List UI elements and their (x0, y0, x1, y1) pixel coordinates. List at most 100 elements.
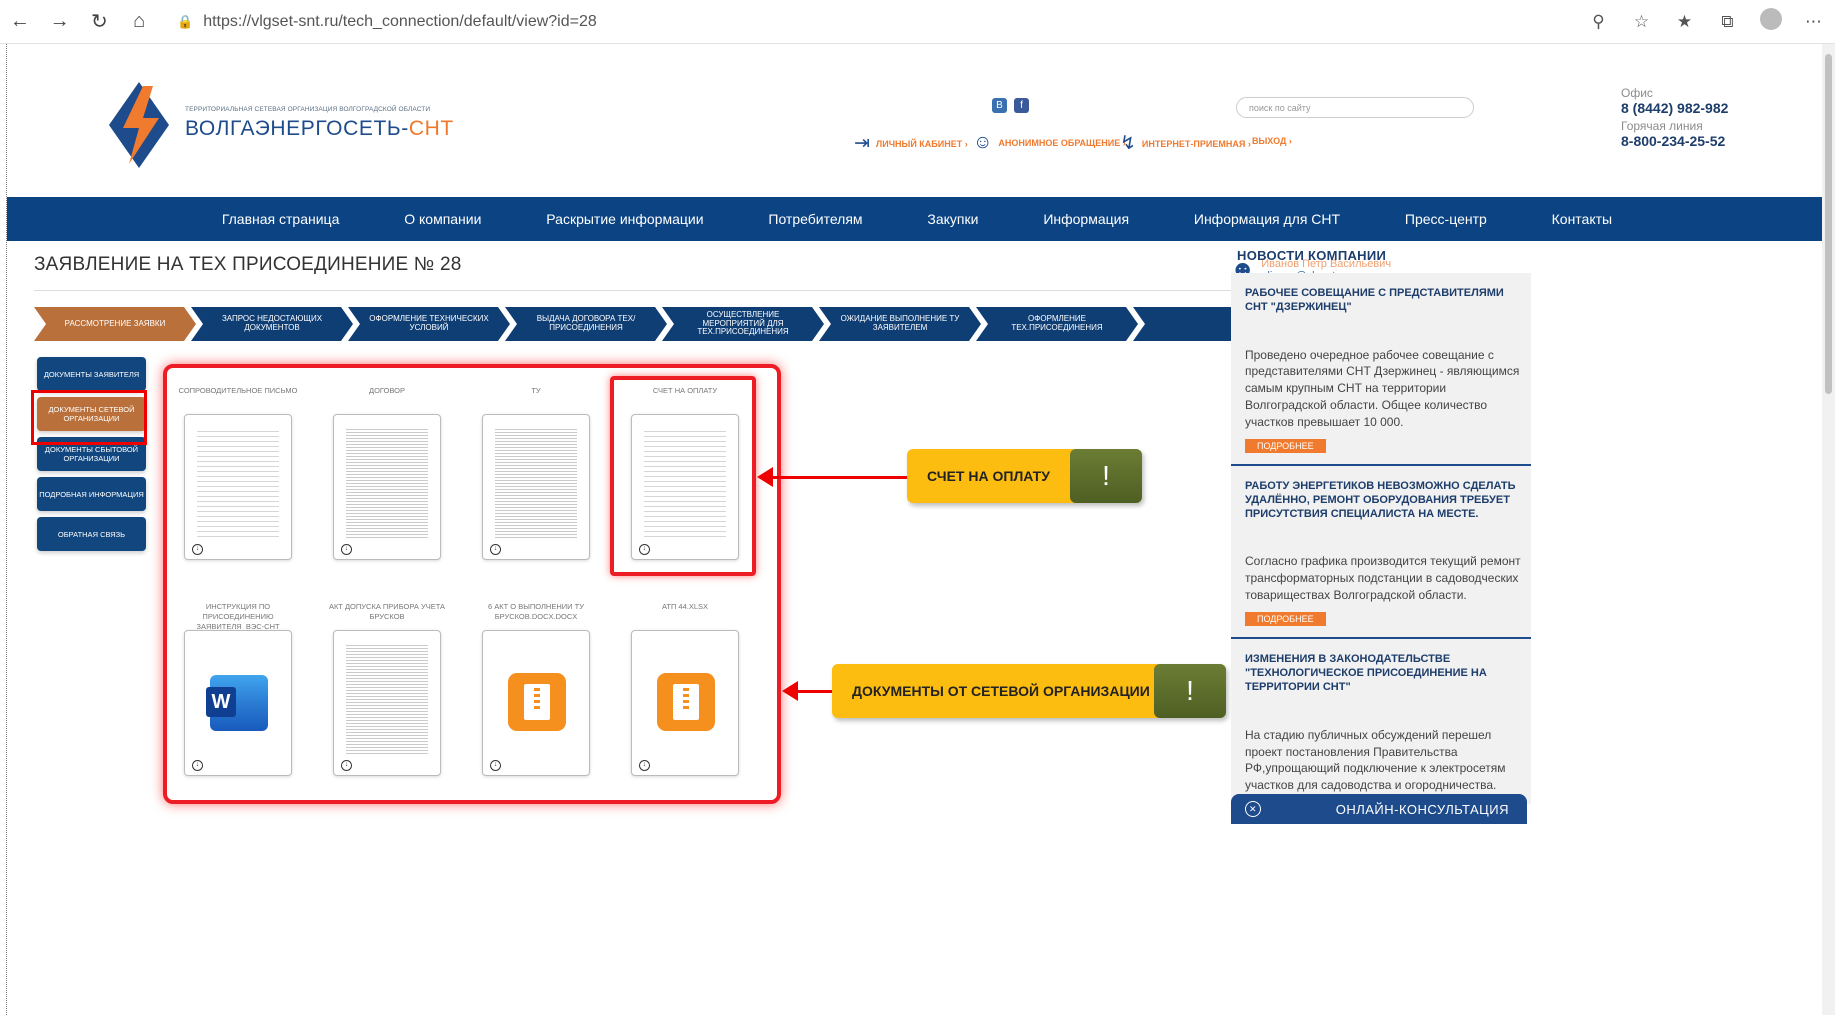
news-title[interactable]: Работу энергетиков невозможно сделать уд… (1245, 479, 1522, 522)
step-waiting[interactable]: ОЖИДАНИЕ ВЫПОЛНЕНИЕ ТУ ЗАЯВИТЕЛЕМ (819, 307, 981, 341)
menu-details[interactable]: ПОДРОБНАЯ ИНФОРМАЦИЯ (37, 477, 146, 511)
profile-avatar[interactable] (1749, 8, 1792, 35)
address-bar[interactable]: 🔒 https://vlgset-snt.ru/tech_connection/… (177, 8, 1577, 36)
user-icon: ☺ (973, 132, 993, 153)
main-nav: Главная страница О компании Раскрытие ин… (7, 197, 1827, 241)
step-review[interactable]: РАССМОТРЕНИЕ ЗАЯВКИ (34, 307, 196, 341)
progress-steps: РАССМОТРЕНИЕ ЗАЯВКИ ЗАПРОС НЕДОСТАЮЩИХ Д… (34, 307, 1414, 341)
news-item: Рабочее совещание с представителями СНТ … (1231, 273, 1531, 466)
facebook-icon[interactable]: f (1014, 98, 1029, 113)
forward-icon[interactable]: → (40, 0, 80, 44)
nav-item-info[interactable]: Информация (1043, 211, 1129, 227)
vk-icon[interactable]: В (992, 98, 1007, 113)
menu-applicant-docs[interactable]: ДОКУМЕНТЫ ЗАЯВИТЕЛЯ (37, 357, 146, 391)
contacts-block: Офис 8 (8442) 982-982 Горячая линия 8-80… (1621, 86, 1771, 152)
news-body: Проведено очередное рабочее совещание с … (1245, 347, 1520, 429)
more-icon[interactable]: ⋯ (1792, 12, 1835, 32)
nav-item-press[interactable]: Пресс-центр (1405, 211, 1487, 227)
news-title[interactable]: Рабочее совещание с представителями СНТ … (1245, 286, 1522, 315)
doc-thumbnail[interactable]: ↓ (184, 414, 292, 560)
hotline-phone[interactable]: 8-800-234-25-52 (1621, 133, 1771, 149)
doc-title: АТП 44.XLSX (661, 602, 709, 611)
callout-invoice: СЧЕТ НА ОПЛАТУ ! (907, 449, 1142, 503)
doc-title: ДОГОВОР (369, 386, 405, 395)
news-item: Работу энергетиков невозможно сделать уд… (1231, 465, 1531, 639)
logo-subtitle: ТЕРРИТОРИАЛЬНАЯ СЕТЕВАЯ ОРГАНИЗАЦИЯ ВОЛГ… (185, 106, 431, 113)
home-icon[interactable]: ⌂ (119, 0, 159, 44)
nav-item-home[interactable]: Главная страница (222, 211, 340, 227)
download-icon[interactable]: ↓ (192, 544, 203, 555)
star-icon[interactable]: ☆ (1620, 12, 1663, 32)
download-icon[interactable]: ↓ (192, 760, 203, 771)
step-tech-conditions[interactable]: ОФОРМЛЕНИЕ ТЕХНИЧЕСКИХ УСЛОВИЙ (348, 307, 510, 341)
zip-icon (657, 673, 715, 731)
news-heading: НОВОСТИ КОМПАНИИ (1237, 248, 1387, 263)
more-button[interactable]: ПОДРОБНЕЕ (1245, 438, 1326, 453)
more-button[interactable]: ПОДРОБНЕЕ (1245, 611, 1326, 626)
download-icon[interactable]: ↓ (341, 544, 352, 555)
news-item: Изменения в законодательстве "Технологич… (1231, 638, 1531, 804)
doc-thumbnail[interactable]: ↓ (333, 414, 441, 560)
search-input[interactable]: поиск по сайту (1236, 97, 1474, 118)
scrollbar[interactable] (1822, 44, 1835, 1015)
doc-title: АКТ ДОПУСКА ПРИБОРА УЧЕТА БРУСКОВ (328, 602, 446, 621)
browser-toolbar: ← → ↻ ⌂ 🔒 https://vlgset-snt.ru/tech_con… (0, 0, 1835, 44)
back-icon[interactable]: ← (0, 0, 40, 44)
online-consult-button[interactable]: ✕ ОНЛАЙН-КОНСУЛЬТАЦИЯ (1231, 794, 1527, 824)
cabinet-link[interactable]: ⇥ ЛИЧНЫЙ КАБИНЕТ › (854, 132, 968, 155)
doc-title: ТУ (531, 386, 541, 395)
office-phone[interactable]: 8 (8442) 982-982 (1621, 100, 1771, 116)
menu-highlight (31, 390, 147, 445)
news-body: На стадию публичных обсуждений перешел п… (1245, 727, 1506, 793)
arrow-line (770, 476, 910, 479)
nav-item-about[interactable]: О компании (404, 211, 481, 227)
nav-item-snt-info[interactable]: Информация для СНТ (1194, 211, 1340, 227)
download-icon[interactable]: ↓ (490, 544, 501, 555)
nav-item-contacts[interactable]: Контакты (1552, 211, 1612, 227)
nav-item-disclosure[interactable]: Раскрытие информации (546, 211, 703, 227)
download-icon[interactable]: ↓ (490, 760, 501, 771)
exclamation-icon: ! (1070, 449, 1142, 503)
doc-thumbnail[interactable]: ↓ (482, 630, 590, 776)
step-registration[interactable]: ОФОРМЛЕНИЕ ТЕХ.ПРИСОЕДИНЕНИЯ (976, 307, 1138, 341)
reception-icon: ↯ (1120, 133, 1136, 154)
news-sidebar: НОВОСТИ КОМПАНИИ Рабочее совещание с пре… (1231, 248, 1531, 804)
url-text: https://vlgset-snt.ru/tech_connection/de… (203, 12, 597, 30)
logo-name[interactable]: ВОЛГАЭНЕРГОСЕТЬ-СНТ (185, 117, 454, 141)
site-header: ТЕРРИТОРИАЛЬНАЯ СЕТЕВАЯ ОРГАНИЗАЦИЯ ВОЛГ… (7, 44, 1827, 197)
exclamation-icon: ! (1154, 664, 1226, 718)
download-icon[interactable]: ↓ (639, 760, 650, 771)
refresh-icon[interactable]: ↻ (80, 0, 120, 44)
divider (34, 290, 1410, 291)
logout-link[interactable]: ВЫХОД › (1252, 136, 1292, 146)
zip-icon (508, 673, 566, 731)
callout-network-docs: ДОКУМЕНТЫ ОТ СЕТЕВОЙ ОРГАНИЗАЦИИ ! (832, 664, 1226, 718)
favorites-icon[interactable]: ★ (1663, 12, 1706, 32)
logo-icon[interactable] (99, 80, 179, 170)
news-title[interactable]: Изменения в законодательстве "Технологич… (1245, 652, 1522, 695)
step-contract[interactable]: ВЫДАЧА ДОГОВОРА ТЕХ/ ПРИСОЕДИНЕНИЯ (505, 307, 667, 341)
step-measures[interactable]: ОСУЩЕСТВЛЕНИЕ МЕРОПРИЯТИЙ ДЛЯ ТЕХ.ПРИСОЕ… (662, 307, 824, 341)
arrow-line (795, 690, 835, 693)
left-menu: ДОКУМЕНТЫ ЗАЯВИТЕЛЯ ДОКУМЕНТЫ СЕТЕВОЙ ОР… (37, 357, 146, 557)
doc-thumbnail[interactable]: ↓ (333, 630, 441, 776)
doc-thumbnail[interactable]: ↓ (482, 414, 590, 560)
close-icon[interactable]: ✕ (1245, 801, 1261, 817)
invoice-highlight (610, 376, 756, 576)
collections-icon[interactable]: ⧉ (1706, 12, 1749, 32)
reception-link[interactable]: ↯ ИНТЕРНЕТ-ПРИЕМНАЯ › (1120, 132, 1251, 155)
step-request-docs[interactable]: ЗАПРОС НЕДОСТАЮЩИХ ДОКУМЕНТОВ (191, 307, 353, 341)
anonymous-link[interactable]: ☺ АНОНИМНОЕ ОБРАЩЕНИЕ › (973, 132, 1126, 154)
doc-thumbnail[interactable]: ↓ (631, 630, 739, 776)
nav-item-consumers[interactable]: Потребителям (768, 211, 862, 227)
lock-icon: 🔒 (177, 13, 194, 29)
nav-item-purchases[interactable]: Закупки (927, 211, 978, 227)
doc-title: ИНСТРУКЦИЯ ПО ПРИСОЕДИНЕНИЮ ЗАЯВИТЕЛЯ_ВЭ… (196, 602, 280, 631)
download-icon[interactable]: ↓ (341, 760, 352, 771)
zoom-icon[interactable]: ⚲ (1577, 12, 1620, 32)
news-body: Согласно графика производится текущий ре… (1245, 554, 1521, 603)
menu-feedback[interactable]: ОБРАТНАЯ СВЯЗЬ (37, 517, 146, 551)
page-title: ЗАЯВЛЕНИЕ НА ТЕХ ПРИСОЕДИНЕНИЕ № 28 (34, 254, 462, 275)
doc-title: СОПРОВОДИТЕЛЬНОЕ ПИСЬМО (178, 386, 298, 395)
doc-thumbnail[interactable]: W ↓ (184, 630, 292, 776)
